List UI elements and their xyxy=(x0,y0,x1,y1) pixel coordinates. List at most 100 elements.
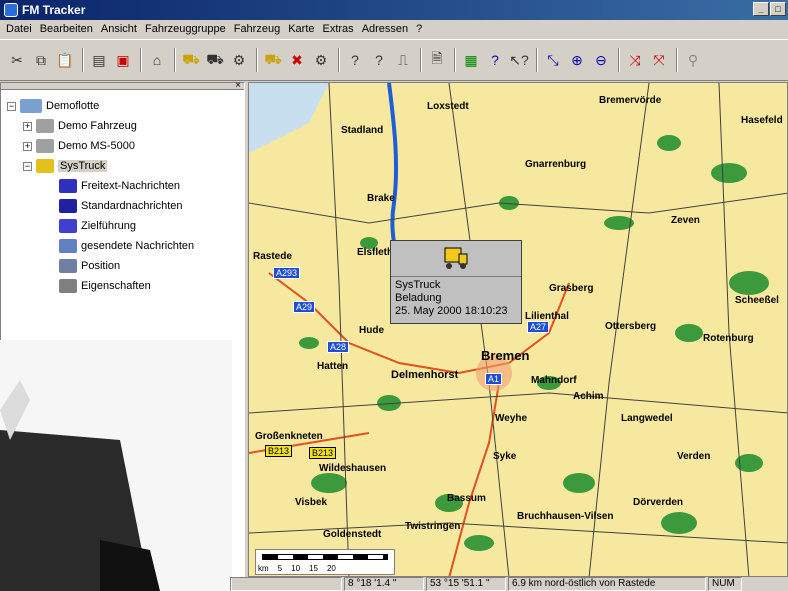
tree-vehicle-selected[interactable]: − SysTruck xyxy=(23,156,244,176)
city-label: Goldenstedt xyxy=(323,529,382,540)
route-icon[interactable]: ⤨ xyxy=(624,49,646,71)
tree-child-properties[interactable]: Eigenschaften xyxy=(59,276,244,296)
collapse-icon[interactable]: − xyxy=(23,161,32,171)
menu-extras[interactable]: Extras xyxy=(319,23,358,35)
menu-adressen[interactable]: Adressen xyxy=(358,23,412,35)
scale-labels: km 5 10 15 20 xyxy=(258,564,336,573)
city-label: Langwedel xyxy=(621,413,673,424)
city-label: Hasefeld xyxy=(741,115,783,126)
window-controls: _ □ xyxy=(753,2,786,16)
print-icon[interactable]: ▤ xyxy=(88,49,110,71)
zoom-in-icon[interactable]: ⊕ xyxy=(566,49,588,71)
truck-icon[interactable]: ⛟ xyxy=(180,49,202,71)
menu-karte[interactable]: Karte xyxy=(284,23,318,35)
freetext-message-icon xyxy=(59,179,77,193)
menu-fahrzeuggruppe[interactable]: Fahrzeuggruppe xyxy=(141,23,230,35)
remove-vehicle-icon[interactable]: ✖ xyxy=(286,49,308,71)
status-bar: 8 °18 '1.4 " 53 °15 '51.1 " 6.9 km nord-… xyxy=(230,577,788,591)
toolbar-separator xyxy=(174,48,176,72)
popup-timestamp: 25. May 2000 18:10:23 xyxy=(395,305,508,317)
map-overview-icon[interactable]: ⤡ xyxy=(542,49,564,71)
query-vehicle-icon[interactable]: ? xyxy=(368,49,390,71)
sent-messages-icon xyxy=(59,239,77,253)
city-label: Dörverden xyxy=(633,497,684,508)
tree-child-label: gesendete Nachrichten xyxy=(81,240,195,252)
tree-child-standard[interactable]: Standardnachrichten xyxy=(59,196,244,216)
menu-bearbeiten[interactable]: Bearbeiten xyxy=(36,23,97,35)
city-label: Verden xyxy=(677,451,711,462)
tree-child-navigation[interactable]: Zielführung xyxy=(59,216,244,236)
tree-child-freetext[interactable]: Freitext-Nachrichten xyxy=(59,176,244,196)
map-scale: km 5 10 15 20 xyxy=(255,549,395,575)
truck-settings-icon[interactable]: ⚙ xyxy=(228,49,250,71)
toolbar-separator xyxy=(338,48,340,72)
city-label: Rotenburg xyxy=(703,333,754,344)
query-icon[interactable]: ? xyxy=(344,49,366,71)
paste-icon[interactable]: 📋 xyxy=(54,49,76,71)
title-bar[interactable]: FM Tracker _ □ xyxy=(0,0,788,20)
search-icon[interactable]: ⚲ xyxy=(682,49,704,71)
report-icon[interactable]: ⎍ xyxy=(392,49,414,71)
fleet-tree: − Demoflotte + Demo Fahrzeug + Demo MS-5… xyxy=(1,90,244,296)
vehicle-info-popup[interactable]: SysTruck Beladung 25. May 2000 18:10:23 xyxy=(390,240,522,324)
city-label: Twistringen xyxy=(405,521,461,532)
city-label: Hude xyxy=(359,325,384,336)
popup-body: SysTruck Beladung 25. May 2000 18:10:23 xyxy=(391,277,521,320)
expand-icon[interactable]: + xyxy=(23,121,32,131)
menu-ansicht[interactable]: Ansicht xyxy=(97,23,141,35)
city-label: Zeven xyxy=(671,215,700,226)
tree-vehicle[interactable]: + Demo MS-5000 xyxy=(23,136,244,156)
city-label: Gnarrenburg xyxy=(525,159,587,170)
calculator-icon[interactable]: ▦ xyxy=(460,49,482,71)
properties-icon[interactable]: 🗎 xyxy=(426,49,448,71)
tree-root[interactable]: − Demoflotte xyxy=(7,96,244,116)
context-help-icon[interactable]: ↖? xyxy=(508,49,530,71)
tree-child-sent[interactable]: gesendete Nachrichten xyxy=(59,236,244,256)
maximize-button[interactable]: □ xyxy=(770,2,786,16)
tree-child-label: Zielführung xyxy=(81,220,137,232)
expand-icon[interactable]: + xyxy=(23,141,32,151)
track-icon[interactable]: ⤧ xyxy=(648,49,670,71)
vehicle-properties-icon[interactable]: ⚙ xyxy=(310,49,332,71)
panel-grip[interactable]: × xyxy=(1,80,244,91)
toolbar-separator xyxy=(618,48,620,72)
help-icon[interactable]: ? xyxy=(484,49,506,71)
properties-icon xyxy=(59,279,77,293)
home-icon[interactable]: ⌂ xyxy=(146,49,168,71)
road-sign-b213: B213 xyxy=(265,445,293,457)
tree-child-position[interactable]: Position xyxy=(59,256,244,276)
app-icon xyxy=(4,3,18,17)
city-label: Achim xyxy=(573,391,604,402)
popup-vehicle-name: SysTruck xyxy=(395,279,441,291)
tree-vehicle[interactable]: + Demo Fahrzeug xyxy=(23,116,244,136)
city-label: Mahndorf xyxy=(531,375,577,386)
collapse-icon[interactable]: − xyxy=(7,101,16,111)
add-vehicle-icon[interactable]: ⛟ xyxy=(262,49,284,71)
toolbar-separator xyxy=(420,48,422,72)
popup-header xyxy=(391,241,521,277)
zoom-out-icon[interactable]: ⊖ xyxy=(590,49,612,71)
city-label: Scheeßel xyxy=(735,295,779,306)
toolbar: ✂ ⧉ 📋 ▤ ▣ ⌂ ⛟ ⛟ ⚙ ⛟ ✖ ⚙ ? ? ⎍ 🗎 ▦ ? ↖? ⤡… xyxy=(0,39,788,81)
vehicle-icon xyxy=(36,119,54,133)
vehicle-label: Demo MS-5000 xyxy=(58,140,136,152)
toolbar-separator xyxy=(140,48,142,72)
vehicle-label: SysTruck xyxy=(58,160,108,172)
city-label: Weyhe xyxy=(495,413,528,424)
menu-help[interactable]: ? xyxy=(412,23,426,35)
menu-fahrzeug[interactable]: Fahrzeug xyxy=(230,23,284,35)
close-icon[interactable]: × xyxy=(235,80,241,91)
city-label: Elsfleth xyxy=(357,247,394,258)
menu-datei[interactable]: Datei xyxy=(2,23,36,35)
standard-message-icon xyxy=(59,199,77,213)
delete-icon[interactable]: ▣ xyxy=(112,49,134,71)
map-view[interactable]: Loxstedt Bremervörde Hasefeld Stadland G… xyxy=(248,82,788,577)
toolbar-separator xyxy=(82,48,84,72)
road-sign-a293: A293 xyxy=(273,267,301,279)
cut-icon[interactable]: ✂ xyxy=(6,49,28,71)
truck-group-icon[interactable]: ⛟ xyxy=(204,49,226,71)
app-window: FM Tracker _ □ Datei Bearbeiten Ansicht … xyxy=(0,0,788,591)
copy-icon[interactable]: ⧉ xyxy=(30,49,52,71)
minimize-button[interactable]: _ xyxy=(753,2,769,16)
city-label: Bremen xyxy=(481,348,530,363)
